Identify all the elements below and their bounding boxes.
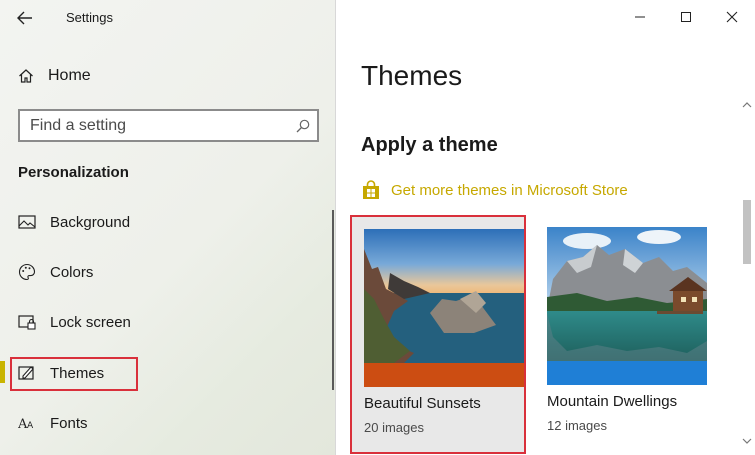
sidebar-item-colors[interactable]: Colors	[18, 260, 93, 284]
sidebar-item-label: Fonts	[50, 414, 88, 432]
home-icon	[19, 69, 33, 83]
themes-highlight-box	[10, 357, 138, 391]
vertical-scrollbar[interactable]	[739, 100, 755, 455]
sidebar-item-background[interactable]: Background	[18, 210, 130, 234]
close-button[interactable]	[709, 0, 755, 34]
page-title: Themes	[361, 60, 463, 91]
back-arrow-icon	[17, 11, 32, 25]
home-nav-item[interactable]: Home	[18, 64, 91, 88]
scroll-down-icon[interactable]	[742, 436, 752, 446]
store-link[interactable]: Get more themes in Microsoft Store	[361, 180, 628, 200]
section-title: Personalization	[18, 164, 129, 181]
sidebar-item-lock-screen[interactable]: Lock screen	[18, 310, 131, 334]
sidebar-item-label: Lock screen	[50, 313, 131, 331]
settings-sidebar: Settings Home Personalization Background	[0, 0, 336, 455]
theme-image-count: 12 images	[547, 418, 607, 433]
theme-name: Beautiful Sunsets	[364, 395, 481, 412]
nav-selection-indicator	[0, 361, 5, 383]
scroll-thumb[interactable]	[743, 200, 751, 264]
theme-accent-swatch	[547, 361, 707, 385]
theme-name: Mountain Dwellings	[547, 393, 678, 410]
title-bar-left: Settings	[0, 0, 336, 36]
pane-scroll-divider[interactable]	[332, 210, 334, 390]
home-label: Home	[48, 67, 91, 84]
sidebar-item-label: Background	[50, 213, 131, 231]
lock-screen-icon	[18, 313, 36, 331]
palette-icon	[18, 263, 36, 281]
maximize-button[interactable]	[663, 0, 709, 34]
back-button[interactable]	[10, 5, 40, 31]
fonts-icon: A A	[18, 414, 36, 432]
apply-theme-heading: Apply a theme	[361, 134, 498, 156]
svg-text:A: A	[27, 421, 34, 431]
close-icon	[726, 11, 738, 23]
theme-card-beautiful-sunsets[interactable]: Beautiful Sunsets 20 images	[350, 215, 526, 454]
theme-preview-image	[364, 229, 524, 387]
picture-icon	[18, 213, 36, 231]
minimize-button[interactable]	[617, 0, 663, 34]
search-icon[interactable]	[289, 119, 317, 133]
theme-preview-image	[547, 227, 707, 385]
themes-page: Themes Apply a theme Get more themes in …	[337, 0, 755, 455]
maximize-icon	[681, 12, 691, 22]
app-title: Settings	[66, 10, 113, 25]
search-input[interactable]	[20, 116, 289, 135]
theme-accent-swatch	[364, 363, 524, 387]
sidebar-item-label: Colors	[50, 263, 94, 281]
theme-card-mountain-dwellings[interactable]: Mountain Dwellings 12 images	[535, 215, 711, 451]
store-link-label: Get more themes in Microsoft Store	[391, 181, 628, 199]
window-controls	[617, 0, 755, 34]
theme-image-count: 20 images	[364, 420, 424, 435]
store-bag-icon	[363, 180, 379, 199]
minimize-icon	[635, 16, 645, 18]
scroll-up-icon[interactable]	[742, 100, 752, 110]
sidebar-item-fonts[interactable]: A A Fonts	[18, 411, 88, 435]
search-box[interactable]	[18, 109, 319, 142]
